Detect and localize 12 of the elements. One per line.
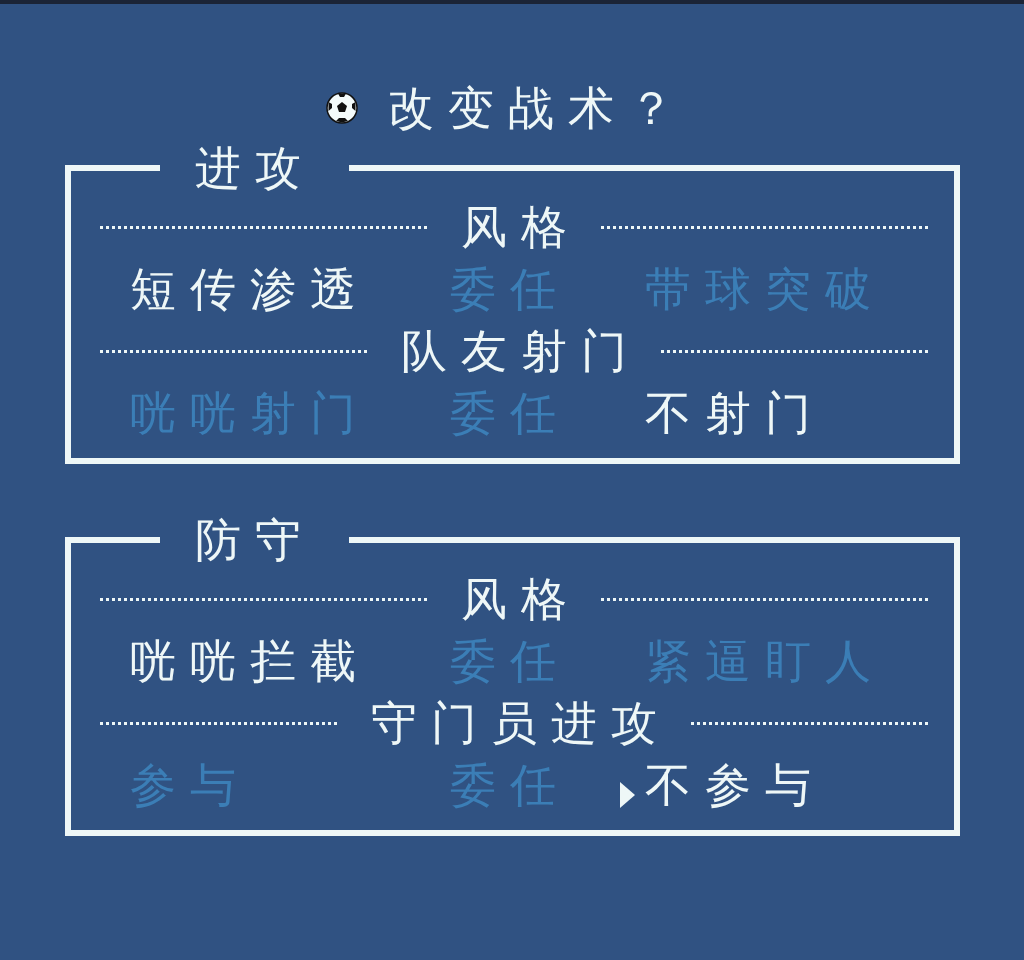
group-heading: 风格	[461, 576, 581, 622]
group-heading: 守门员进攻	[371, 700, 671, 746]
group-heading: 队友射门	[401, 328, 641, 374]
tactic-option[interactable]: 不射门	[645, 390, 825, 436]
section-title: 进攻	[194, 144, 316, 192]
group-heading: 风格	[461, 204, 581, 250]
dialog-title: 改变战术？	[388, 85, 688, 131]
tactic-option[interactable]: 短传渗透	[130, 266, 370, 312]
tactic-option[interactable]: 咣咣拦截	[130, 638, 370, 684]
tactic-option[interactable]: 不参与	[645, 762, 825, 808]
section-title: 防守	[194, 516, 316, 564]
soccer-ball-icon	[326, 91, 358, 125]
